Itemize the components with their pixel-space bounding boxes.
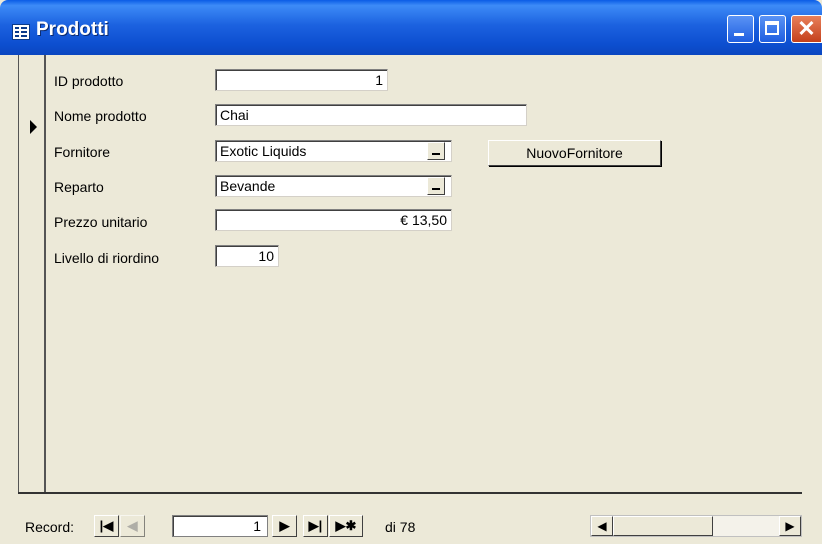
reparto-combo[interactable]: Bevande bbox=[215, 175, 452, 197]
form-icon bbox=[12, 24, 30, 40]
first-record-button[interactable]: |◀ bbox=[94, 515, 119, 537]
scroll-thumb[interactable] bbox=[613, 516, 713, 536]
title-bar[interactable]: Prodotti ✕ bbox=[0, 0, 822, 55]
nuovo-fornitore-button[interactable]: NuovoFornitore bbox=[488, 140, 661, 166]
next-record-button[interactable]: ▶ bbox=[272, 515, 297, 537]
window-title: Prodotti bbox=[36, 19, 109, 40]
label-id-prodotto: ID prodotto bbox=[54, 73, 124, 89]
form-body bbox=[18, 55, 822, 544]
fornitore-dropdown-button[interactable] bbox=[427, 142, 445, 160]
label-reparto: Reparto bbox=[54, 179, 104, 195]
current-record-input[interactable]: 1 bbox=[172, 515, 268, 537]
prezzo-unitario-field[interactable]: € 13,50 bbox=[215, 209, 452, 231]
nome-prodotto-field[interactable]: Chai bbox=[215, 104, 527, 126]
new-record-icon: ▶✱ bbox=[335, 518, 357, 533]
label-fornitore: Fornitore bbox=[54, 144, 111, 160]
scroll-right-button[interactable]: ▶ bbox=[779, 516, 801, 536]
scroll-left-button[interactable]: ◀ bbox=[591, 516, 613, 536]
close-button[interactable]: ✕ bbox=[791, 15, 822, 43]
livello-riordino-field[interactable]: 10 bbox=[215, 245, 279, 267]
current-record-arrow-icon bbox=[30, 120, 37, 134]
fornitore-combo[interactable]: Exotic Liquids bbox=[215, 140, 452, 162]
label-nome-prodotto: Nome prodotto bbox=[54, 108, 147, 124]
form-border bbox=[18, 55, 19, 492]
label-livello-riordino: Livello di riordino bbox=[54, 250, 160, 266]
scroll-left-icon: ◀ bbox=[597, 519, 607, 533]
reparto-dropdown-button[interactable] bbox=[427, 177, 445, 195]
maximize-icon bbox=[765, 21, 779, 35]
last-record-icon: ▶| bbox=[308, 518, 323, 533]
first-record-icon: |◀ bbox=[99, 518, 114, 533]
record-label: Record: bbox=[25, 519, 75, 535]
previous-record-button[interactable]: ◀ bbox=[120, 515, 145, 537]
close-icon: ✕ bbox=[797, 16, 816, 41]
new-record-button[interactable]: ▶✱ bbox=[329, 515, 363, 537]
record-total: di 78 bbox=[385, 519, 416, 535]
last-record-button[interactable]: ▶| bbox=[303, 515, 328, 537]
maximize-button[interactable] bbox=[759, 15, 786, 43]
navigation-divider bbox=[18, 492, 802, 494]
next-record-icon: ▶ bbox=[279, 518, 290, 533]
minimize-button[interactable] bbox=[727, 15, 754, 43]
id-prodotto-field[interactable]: 1 bbox=[215, 69, 388, 91]
label-prezzo-unitario: Prezzo unitario bbox=[54, 214, 148, 230]
horizontal-scrollbar[interactable]: ◀ ▶ bbox=[590, 515, 802, 537]
minimize-icon bbox=[734, 33, 744, 36]
previous-record-icon: ◀ bbox=[127, 518, 138, 533]
scroll-right-icon: ▶ bbox=[785, 519, 795, 533]
access-form-window: Prodotti ✕ ID prodotto 1 Nome prodotto C… bbox=[0, 0, 822, 544]
record-selector[interactable] bbox=[18, 55, 46, 492]
